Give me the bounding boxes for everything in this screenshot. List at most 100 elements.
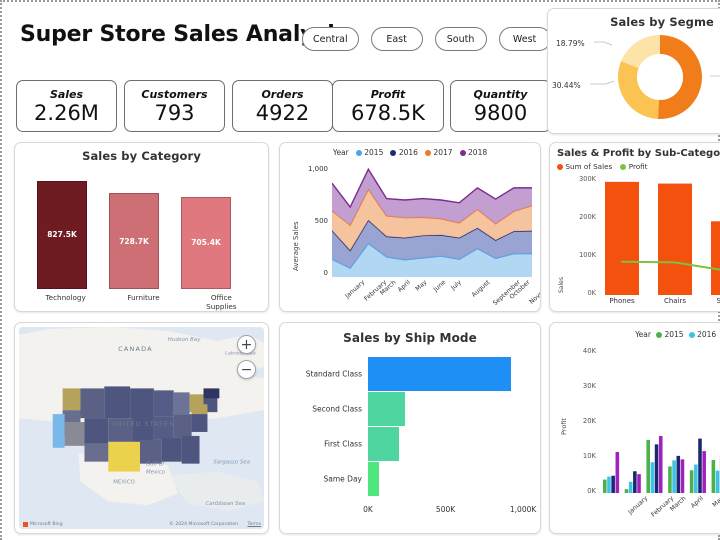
area-month-tick-june: June [432,279,448,294]
sub-ytick-200k: 200K [579,213,596,221]
region-filter-west[interactable]: West [498,27,551,51]
kpi-card-customers[interactable]: Customers 793 [124,80,225,132]
chart-card-sales-by-ship-mode[interactable]: Sales by Ship Mode Standard Class Second … [279,322,541,534]
donut-sales-by-segment[interactable] [610,27,710,127]
sub-tick-chairs: Chairs [663,297,687,305]
profit-bar-march-2015[interactable] [646,439,651,493]
profit-bar-march-2016[interactable] [650,462,655,493]
kpi-label-sales: Sales [49,87,84,101]
kpi-card-orders[interactable]: Orders 4922 [232,80,333,132]
area-month-tick-may: May [414,279,429,293]
region-filter-central[interactable]: Central [302,27,359,51]
profit-legend: Year 2015 2016 201 [550,330,720,339]
svg-text:Sargasso Sea: Sargasso Sea [213,460,250,466]
subcategory-legend-item-profit[interactable]: Profit [620,162,648,171]
profit-bar-may-2016[interactable] [694,464,698,493]
chart-card-sales-profit-by-subcategory[interactable]: Sales & Profit by Sub-Category Sum of Sa… [549,142,720,312]
profit-bar-january-2017[interactable] [611,475,615,493]
region-filter-south[interactable]: South [434,27,487,51]
area-chart-svg[interactable] [332,165,532,277]
sub-ytick-0k: 0K [587,289,596,297]
profit-bar-january-2016[interactable] [607,476,611,493]
map-terms-link[interactable]: Terms [247,522,261,527]
ship-mode-x-axis: 0K 500K 1,000K [363,505,536,519]
chart-card-sales-by-category[interactable]: Sales by Category 827.5K 728.7K 705.4K T… [14,142,269,312]
profit-ytick-30k: 30K [582,382,596,390]
subcategory-legend-item-sales[interactable]: Sum of Sales [557,162,612,171]
profit-bar-june-2016[interactable] [715,470,720,493]
kpi-card-sales[interactable]: Sales 2.26M [16,80,117,132]
profit-bar-april-2018[interactable] [680,459,685,493]
category-bar-furniture[interactable]: 728.7K [109,193,159,289]
subcategory-bar-phones[interactable] [605,181,639,295]
subcategory-x-axis: Phones Chairs Storag [600,297,720,309]
area-legend-item-2017[interactable]: 2017 [424,148,453,157]
profit-y-ticks: 0K 10K 20K 30K 40K [564,347,596,495]
legend-swatch-sum-of-sales [557,163,563,170]
legend-swatch-profit-2015 [655,331,662,338]
map-viewport[interactable]: CANADA UNITED STATES MEXICO Hudson Bay G… [19,327,264,529]
legend-label-sum-of-sales: Sum of Sales [565,162,613,171]
ship-mode-label-same-day: Same Day [323,474,362,484]
area-legend-item-2018[interactable]: 2018 [459,148,487,157]
subcategory-bar-chairs[interactable] [658,183,692,295]
category-bar-office-supplies[interactable]: 705.4K [181,196,231,289]
page-title: Super Store Sales Analysis [20,22,348,47]
area-legend-item-2015[interactable]: 2015 [355,148,384,157]
region-filter-east[interactable]: East [370,27,423,51]
subcategory-bar-storage[interactable] [711,221,720,295]
profit-chart-svg[interactable] [600,349,720,493]
profit-bar-march-2018[interactable] [658,436,663,493]
profit-legend-item-2016[interactable]: 2016 [688,330,717,339]
profit-bar-may-2015[interactable] [689,470,694,493]
chart-card-average-sales-by-month[interactable]: Year 2015 2016 2017 2018 Average Sales 1… [279,142,541,312]
ship-mode-bar-same-day[interactable]: Same Day [324,462,380,496]
map-zoom-in-button[interactable]: + [237,335,256,354]
profit-bar-january-2015[interactable] [603,479,607,493]
ship-mode-bar-first-class[interactable]: First Class [324,427,399,461]
profit-bar-may-2018[interactable] [702,451,706,493]
area-ytick-0: 0 [323,269,328,277]
svg-text:UNITED STATES: UNITED STATES [111,420,174,428]
profit-bar-january-2018[interactable] [615,452,620,493]
profit-bar-april-2016[interactable] [672,460,676,493]
kpi-card-profit[interactable]: Profit 678.5K [332,80,444,132]
chart-title-sales-by-category: Sales by Category [82,149,201,163]
map-zoom-out-button[interactable]: − [237,360,256,379]
kpi-label-profit: Profit [370,87,406,101]
area-ytick-1000: 1,000 [307,165,328,173]
profit-bar-february-2018[interactable] [637,474,641,493]
profit-bar-june-2015[interactable] [711,460,716,493]
chart-card-sales-by-segment[interactable]: Sales by Segme 18.79% 30.44% [547,8,720,134]
profit-month-tick-may: May [710,495,720,509]
category-bar-technology[interactable]: 827.5K [37,180,87,289]
profit-bar-march-2017[interactable] [654,444,659,493]
profit-x-axis: JanuaryFebruaryMarchAprilMayJuneJuly [600,495,720,525]
profit-bar-may-2017[interactable] [698,438,702,493]
legend-label-2015: 2015 [364,148,384,157]
area-legend-item-2016[interactable]: 2016 [390,148,418,157]
profit-bar-february-2016[interactable] [628,481,633,493]
area-month-tick-july: July [449,279,463,292]
ship-mode-bar-second-class[interactable]: Second Class [312,392,406,426]
legend-label-profit: Profit [628,162,648,171]
legend-label-profit-2016: 2016 [697,330,717,339]
kpi-value-sales: 2.26M [34,100,99,125]
subcategory-chart-svg[interactable] [600,175,720,295]
dashboard-canvas: Super Store Sales Analysis Central East … [0,0,720,540]
profit-legend-item-2015[interactable]: 2015 [655,330,684,339]
ship-mode-bars-plot: Standard Class Second Class First Class Sam… [306,357,518,497]
profit-bar-april-2015[interactable] [668,466,672,493]
profit-bar-april-2017[interactable] [676,455,681,493]
kpi-card-quantity[interactable]: Quantity 9800 [450,80,551,132]
profit-bar-february-2017[interactable] [633,471,637,493]
area-legend: Year 2015 2016 2017 2018 [280,148,540,157]
profit-legend-title: Year [635,330,651,339]
ship-mode-bar-standard-class[interactable]: Standard Class [306,357,512,391]
profit-month-tick-january: January [626,495,649,516]
category-bar-label-technology: 827.5K [47,230,77,240]
kpi-value-orders: 4922 [255,100,310,125]
profit-bar-february-2015[interactable] [624,489,629,493]
chart-card-profit-by-month[interactable]: Year 2015 2016 201 Profit 0K10K20K30K40K… [549,322,720,534]
chart-card-sales-by-state-map[interactable]: CANADA UNITED STATES MEXICO Hudson Bay G… [14,322,269,534]
